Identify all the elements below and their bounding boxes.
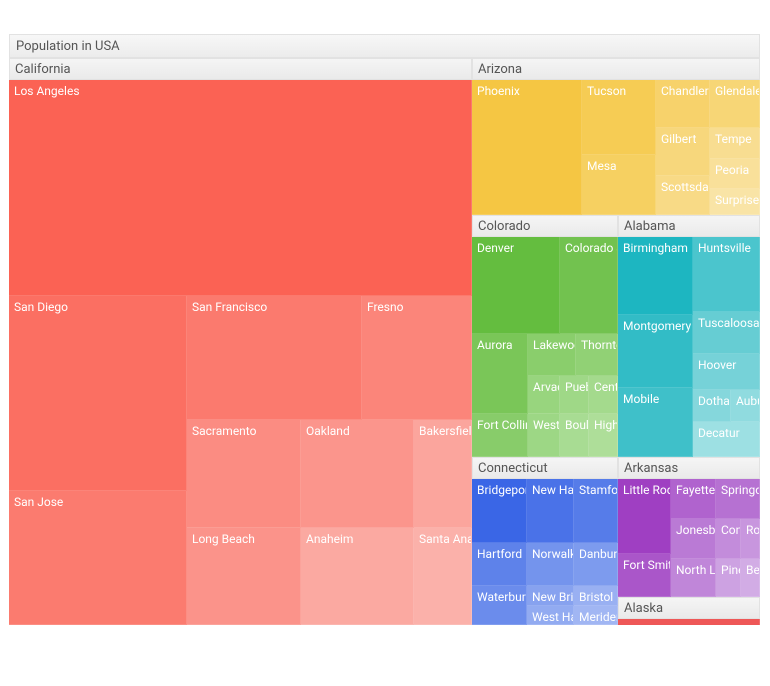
treemap-cell[interactable]: Tempe — [710, 128, 760, 159]
treemap-cell[interactable]: Bristol — [574, 586, 618, 606]
treemap-cell[interactable]: Pine Bluff — [716, 559, 741, 597]
treemap-cell[interactable]: Hoover — [693, 354, 760, 390]
treemap-cell[interactable]: Scottsdale — [656, 176, 710, 215]
treemap-cell[interactable]: Mesa — [582, 155, 656, 215]
treemap-cell[interactable]: Surprise — [710, 189, 760, 215]
treemap-cell[interactable]: Huntsville — [693, 237, 760, 312]
treemap-cell[interactable]: Denver — [472, 237, 560, 334]
treemap-cell[interactable]: Jonesboro — [671, 519, 716, 559]
treemap-cell[interactable]: Santa Ana — [414, 528, 472, 625]
treemap-cell[interactable]: Chandler — [656, 80, 710, 128]
treemap-cell[interactable]: Gilbert — [656, 128, 710, 176]
treemap-cell[interactable]: Waterbury — [472, 586, 527, 625]
treemap-cell[interactable]: Highlands Ranch — [589, 414, 618, 457]
treemap-cell[interactable]: Norwalk — [527, 543, 574, 586]
treemap-cell[interactable]: Decatur — [693, 422, 760, 457]
treemap-cell[interactable]: Los Angeles — [9, 80, 472, 296]
treemap-cell[interactable]: Centennial — [589, 376, 618, 414]
treemap-cell[interactable]: Long Beach — [187, 528, 301, 625]
treemap-cell[interactable]: San Diego — [9, 296, 187, 491]
group-header[interactable]: Arkansas — [618, 457, 760, 479]
treemap-cell[interactable]: Danbury — [574, 543, 618, 586]
group-header[interactable]: Arizona — [472, 58, 760, 80]
treemap-cell[interactable]: North Little Rock — [671, 559, 716, 597]
treemap-cell[interactable]: Anchorage — [618, 619, 760, 625]
treemap-cell[interactable]: Tucson — [582, 80, 656, 155]
treemap-cell[interactable]: Peoria — [710, 159, 760, 189]
treemap-cell[interactable]: Westminster — [528, 414, 560, 457]
treemap-cell[interactable]: Fort Smith — [618, 554, 671, 597]
treemap-cell[interactable]: Meriden — [574, 606, 618, 625]
group-header[interactable]: California — [9, 58, 472, 80]
group-header[interactable]: Colorado — [472, 215, 618, 237]
treemap-cell[interactable]: New Haven — [527, 479, 574, 543]
treemap-cell[interactable]: San Jose — [9, 491, 187, 625]
group-header[interactable]: Connecticut — [472, 457, 618, 479]
treemap-cell[interactable]: Little Rock — [618, 479, 671, 554]
treemap-cell[interactable]: Arvada — [528, 376, 560, 414]
treemap-cell[interactable]: Sacramento — [187, 420, 301, 528]
treemap-cell[interactable]: Anaheim — [301, 528, 414, 625]
treemap-cell[interactable]: Boulder — [560, 414, 589, 457]
treemap-cell[interactable]: Bentonville — [741, 559, 760, 597]
treemap-cell[interactable]: Lakewood — [528, 334, 576, 376]
treemap-cell[interactable]: Montgomery — [618, 315, 693, 388]
treemap-cell[interactable]: West Hartford — [527, 606, 574, 625]
treemap-cell[interactable]: Conway — [716, 519, 741, 559]
treemap-cell[interactable]: Dothan — [693, 390, 731, 422]
treemap-cell[interactable]: Colorado Springs — [560, 237, 618, 334]
treemap-cell[interactable]: Bridgeport — [472, 479, 527, 543]
chart-title: Population in USA — [9, 34, 760, 58]
treemap-cell[interactable]: Thornton — [576, 334, 618, 376]
treemap-chart: Population in USA CaliforniaArizona Color… — [9, 34, 760, 625]
treemap-cell[interactable]: Rogers — [741, 519, 760, 559]
treemap-cell[interactable]: Fort Collins — [472, 414, 528, 457]
treemap-cell[interactable]: Springdale — [716, 479, 760, 519]
treemap-cell[interactable]: Phoenix — [472, 80, 582, 215]
treemap-cell[interactable]: New Britain — [527, 586, 574, 606]
treemap-cell[interactable]: Oakland — [301, 420, 414, 528]
treemap-cell[interactable]: Aurora — [472, 334, 528, 414]
treemap-cell[interactable]: Bakersfield — [414, 420, 472, 528]
treemap-cell[interactable]: San Francisco — [187, 296, 362, 420]
treemap-cell[interactable]: Tuscaloosa — [693, 312, 760, 354]
group-header[interactable]: Alaska — [618, 597, 760, 619]
treemap-cell[interactable]: Fresno — [362, 296, 472, 420]
treemap-cell[interactable]: Fayetteville — [671, 479, 716, 519]
treemap-cell[interactable]: Mobile — [618, 388, 693, 457]
treemap-cell[interactable]: Birmingham — [618, 237, 693, 315]
treemap-cell[interactable]: Stamford — [574, 479, 618, 543]
treemap-cell[interactable]: Glendale — [710, 80, 760, 128]
treemap-cell[interactable]: Auburn — [731, 390, 760, 422]
group-header[interactable]: Alabama — [618, 215, 760, 237]
treemap-cell[interactable]: Pueblo — [560, 376, 589, 414]
treemap-cell[interactable]: Hartford — [472, 543, 527, 586]
